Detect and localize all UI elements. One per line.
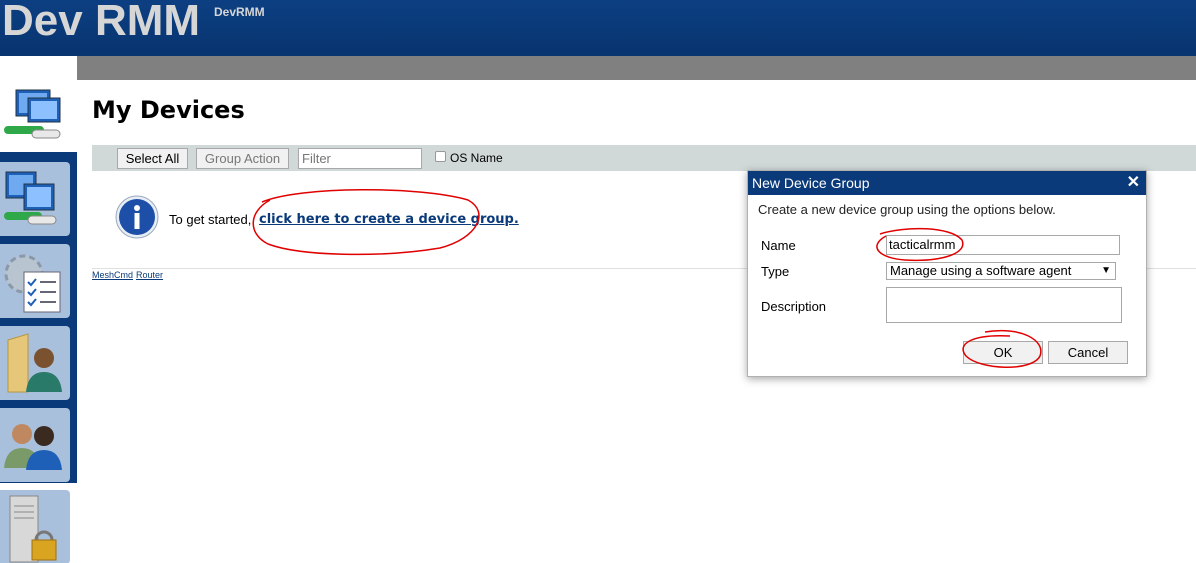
device-toolbar: Select All Group Action Filter OS Name [92, 145, 1196, 171]
app-title: Dev RMM [2, 0, 201, 45]
dropdown-arrow-icon: ▼ [1101, 265, 1111, 276]
meshcmd-link[interactable]: MeshCmd [92, 270, 133, 280]
select-all-button[interactable]: Select All [117, 148, 188, 169]
os-name-checkbox[interactable] [435, 151, 446, 162]
sidebar-item-users[interactable] [0, 408, 70, 482]
server-lock-icon [9, 495, 57, 563]
dialog-title: New Device Group [752, 175, 870, 191]
dialog-header: New Device Group ✕ [748, 171, 1146, 195]
app-subtitle: DevRMM [214, 5, 265, 19]
page-title: My Devices [92, 96, 245, 124]
name-label: Name [761, 238, 796, 253]
sidebar-item-devices[interactable] [0, 162, 70, 236]
os-name-label: OS Name [450, 151, 503, 165]
cancel-button[interactable]: Cancel [1048, 341, 1128, 364]
users-icon [4, 424, 62, 470]
sidebar-item-settings[interactable] [0, 244, 70, 318]
devices-icon[interactable] [2, 86, 64, 148]
user-folder-icon [7, 333, 62, 393]
sidebar-item-my-account[interactable] [0, 326, 70, 400]
router-link[interactable]: Router [136, 270, 163, 280]
sidebar-item-server[interactable] [0, 490, 70, 563]
footer-links: MeshCmd Router [92, 270, 166, 280]
group-action-button[interactable]: Group Action [196, 148, 289, 169]
header-bar [77, 56, 1196, 80]
type-label: Type [761, 264, 790, 279]
info-icon [115, 195, 159, 239]
ok-button[interactable]: OK [963, 341, 1043, 364]
dialog-description: Create a new device group using the opti… [758, 202, 1056, 217]
type-select-value: Manage using a software agent [890, 263, 1072, 278]
create-device-group-link[interactable]: click here to create a device group. [259, 212, 519, 227]
new-device-group-dialog: New Device Group ✕ Create a new device g… [747, 170, 1147, 377]
app-header: Dev RMM DevRMM [0, 0, 1196, 56]
description-field[interactable] [886, 287, 1122, 323]
settings-checklist-icon [4, 254, 61, 313]
devices-icon [4, 171, 57, 225]
name-field[interactable]: tacticalrmm [886, 235, 1120, 255]
get-started-text: To get started, [169, 212, 252, 227]
filter-input[interactable]: Filter [298, 148, 422, 169]
type-select[interactable]: Manage using a software agent ▼ [886, 262, 1116, 280]
description-label: Description [761, 299, 827, 314]
close-icon[interactable]: ✕ [1127, 171, 1140, 195]
